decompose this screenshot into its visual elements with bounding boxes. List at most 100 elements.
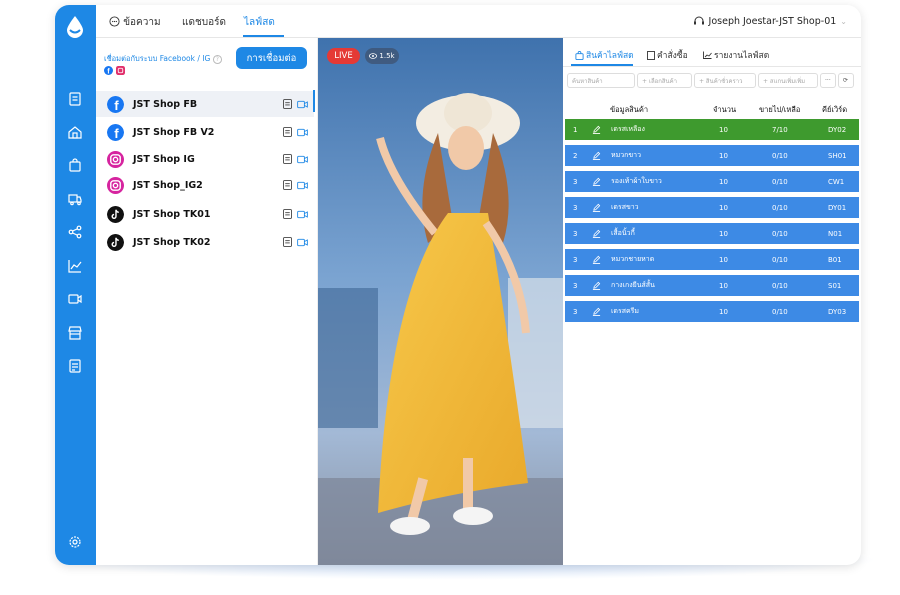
chart-icon [703,51,712,59]
video-icon[interactable] [297,238,308,247]
report-icon[interactable] [66,357,84,375]
tab-messages[interactable]: ข้อความ [109,15,161,30]
bag-icon[interactable] [66,156,84,174]
user-menu[interactable]: Joseph Joestar-JST Shop-01 ⌄ [693,15,847,27]
home-icon[interactable] [66,123,84,141]
table-row[interactable]: 3 รองเท้าผ้าใบขาว 10 0/10 CW1 [565,171,859,192]
instagram-icon [107,176,124,194]
document-icon[interactable] [283,209,292,219]
connect-info: เชื่อมต่อกับระบบ Facebook / IG ? [104,53,222,65]
edit-icon[interactable] [592,229,601,238]
tab-live[interactable]: ไลฟ์สด [244,15,275,30]
table-row[interactable]: 3 กางเกงยีนส์สั้น 10 0/10 S01 [565,275,859,296]
video-icon[interactable] [297,210,308,219]
table-row[interactable]: 3 เดรสครีม 10 0/10 DY03 [565,301,859,322]
gear-icon[interactable] [66,533,84,551]
eye-icon [369,53,378,59]
help-icon[interactable]: ? [212,55,222,64]
app-window: ข้อความ แดชบอร์ด ไลฟ์สด Joseph Joestar-J… [55,5,861,565]
table-row[interactable]: 2 หมวกขาว 10 0/10 SH01 [565,145,859,166]
truck-icon[interactable] [66,190,84,208]
edit-icon[interactable] [592,203,601,212]
document-icon[interactable] [283,180,292,190]
table-row[interactable]: 3 หมวกชายหาด 10 0/10 B01 [565,249,859,270]
document-icon[interactable] [283,154,292,164]
tab-orders[interactable]: คำสั่งซื้อ [647,48,688,62]
quantity: 10 [719,203,728,212]
connect-button[interactable]: การเชื่อมต่อ [236,47,307,69]
svg-text:f: f [114,98,119,113]
temp-product-button[interactable]: + สินค้าชั่วคราว [694,73,756,88]
select-product-button[interactable]: + เลือกสินค้า [637,73,692,88]
svg-text:f: f [114,126,119,141]
tab-live-products[interactable]: สินค้าไลฟ์สด [575,48,634,62]
shop-item[interactable]: f JST Shop FB [96,91,314,117]
keyword: B01 [828,255,842,264]
chat-icon [109,16,120,27]
refresh-icon[interactable]: ⟳ [838,73,854,88]
shop-name: JST Shop_IG2 [133,179,203,191]
table-row[interactable]: 1 เดรสเหลือง 10 7/10 DY02 [565,119,859,140]
product-name: กางเกงยีนส์สั้น [611,281,655,289]
tab-dashboard[interactable]: แดชบอร์ด [182,15,226,30]
chevron-down-icon: ⌄ [840,16,847,26]
shop-item[interactable]: f JST Shop FB V2 [96,119,314,145]
chart-icon[interactable] [66,257,84,275]
keyword: SH01 [828,151,847,160]
facebook-icon: f [107,123,124,141]
edit-icon[interactable] [592,151,601,160]
document-icon[interactable] [283,99,292,109]
edit-icon[interactable] [592,177,601,186]
shop-name: JST Shop TK02 [133,236,211,248]
shop-item[interactable]: JST Shop IG [96,146,314,172]
search-input[interactable]: ค้นหาสินค้า [567,73,635,88]
document-icon[interactable] [66,90,84,108]
shop-item[interactable]: JST Shop_IG2 [96,172,314,198]
col-sold: ขายไป/เหลือ [759,105,801,114]
store-icon[interactable] [66,324,84,342]
tiktok-icon [107,233,124,251]
table-row[interactable]: 3 เดรสขาว 10 0/10 DY01 [565,197,859,218]
tab-live-report[interactable]: รายงานไลฟ์สด [703,48,769,62]
edit-icon[interactable] [592,307,601,316]
tab-label: รายงานไลฟ์สด [714,51,770,61]
shop-item[interactable]: JST Shop TK01 [96,201,314,227]
product-name: เดรสครีม [611,307,640,315]
logo-icon [63,13,87,41]
live-badge: LIVE [327,48,360,64]
row-number: 3 [573,229,578,238]
shop-name: JST Shop TK01 [133,208,211,220]
document-icon[interactable] [283,237,292,247]
video-icon[interactable] [297,181,308,190]
scan-add-button[interactable]: + สแกนเพิ่มเพิ่ม [758,73,818,88]
row-number: 3 [573,307,578,316]
instagram-icon [116,66,125,75]
more-button[interactable]: ··· [820,73,836,88]
shop-item[interactable]: JST Shop TK02 [96,229,314,255]
product-panel: สินค้าไลฟ์สด คำสั่งซื้อ รายงานไลฟ์สด ค้น… [563,38,861,565]
user-name: Joseph Joestar-JST Shop-01 [708,15,837,27]
live-video[interactable]: LIVE 1.5k [318,38,563,565]
tiktok-icon [107,205,124,223]
quantity: 10 [719,177,728,186]
video-icon[interactable] [66,290,84,308]
facebook-icon: f [107,95,124,113]
product-name: เสื้อนิ้วกี้ [611,229,635,237]
share-icon[interactable] [66,223,84,241]
table-row[interactable]: 3 เสื้อนิ้วกี้ 10 0/10 N01 [565,223,859,244]
sold-remaining: 0/10 [772,281,788,290]
video-icon[interactable] [297,128,308,137]
channel-panel: เชื่อมต่อกับระบบ Facebook / IG ? f การเช… [96,38,318,565]
video-icon[interactable] [297,100,308,109]
edit-icon[interactable] [592,255,601,264]
edit-icon[interactable] [592,125,601,134]
quantity: 10 [719,281,728,290]
edit-icon[interactable] [592,281,601,290]
video-icon[interactable] [297,155,308,164]
tab-messages-label: ข้อความ [123,17,161,28]
keyword: DY01 [828,203,847,212]
viewer-count-value: 1.5k [379,52,395,60]
document-icon[interactable] [283,127,292,137]
tab-label: สินค้าไลฟ์สด [586,51,634,61]
quantity: 10 [719,255,728,264]
